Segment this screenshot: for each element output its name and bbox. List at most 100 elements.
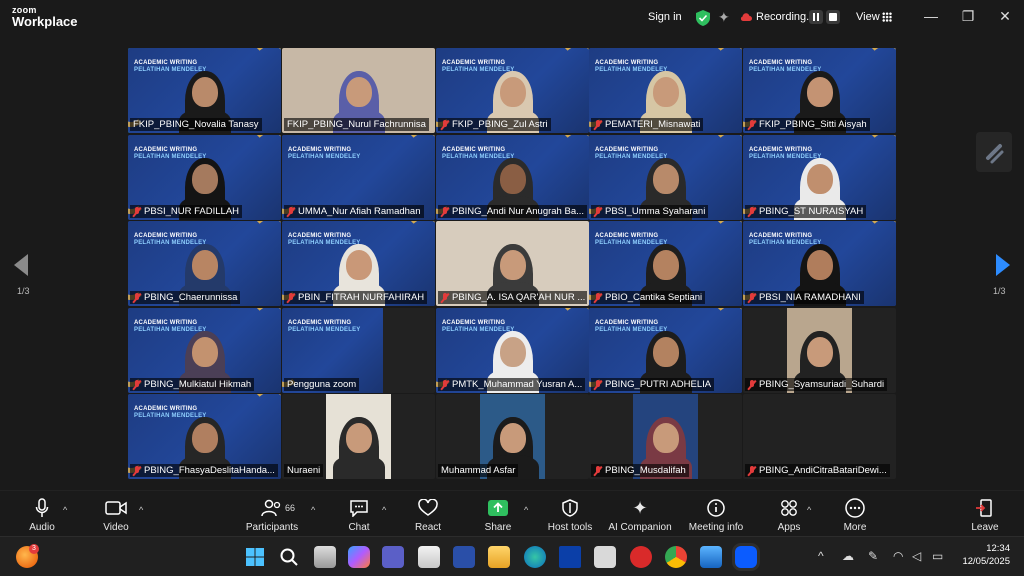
system-clock[interactable]: 12:34 12/05/2025 <box>960 543 1010 569</box>
search-icon[interactable] <box>278 546 300 568</box>
chat-bubble-icon <box>348 497 370 519</box>
share-button[interactable]: Share <box>483 491 513 537</box>
banner-title: ACADEMIC WRITING PELATIHAN MENDELEY <box>288 147 361 161</box>
pause-recording-button[interactable] <box>809 10 823 24</box>
participant-tile[interactable]: ACADEMIC WRITING PELATIHAN MENDELEY PBING_… <box>743 135 896 220</box>
video-label: Video <box>103 522 129 533</box>
participant-tile[interactable]: PBING_Musdalifah <box>589 394 742 479</box>
apps-options-caret-icon[interactable]: ^ <box>807 505 811 515</box>
info-icon <box>705 497 727 519</box>
close-icon[interactable]: ✕ <box>995 8 1015 25</box>
battery-icon[interactable]: ▭ <box>932 549 943 563</box>
video-options-caret-icon[interactable]: ^ <box>139 505 143 515</box>
app-icon-m[interactable] <box>453 546 475 568</box>
participants-button[interactable]: Participants <box>244 491 300 537</box>
participant-tile[interactable]: ACADEMIC WRITING PELATIHAN MENDELEY PBIO_C… <box>589 221 742 306</box>
next-page-arrow-icon[interactable] <box>994 254 1010 276</box>
banner-title-line1: ACADEMIC WRITING <box>288 233 352 239</box>
app-icon-blue[interactable] <box>559 546 581 568</box>
cloud-icon[interactable]: ☁ <box>842 549 854 563</box>
participants-options-caret-icon[interactable]: ^ <box>311 505 315 515</box>
audio-options-caret-icon[interactable]: ^ <box>63 505 67 515</box>
participant-tile[interactable]: PBING_A. ISA QAR'AH NUR ... <box>436 221 589 306</box>
banner-title-line1: ACADEMIC WRITING <box>134 320 198 326</box>
video-button[interactable]: Video <box>98 491 134 537</box>
participant-tile[interactable]: ACADEMIC WRITING PELATIHAN MENDELEY FKIP_P… <box>128 48 281 133</box>
participant-tile[interactable]: PBING_Syamsuriadi_Suhardi <box>743 308 896 393</box>
participant-tile[interactable]: ACADEMIC WRITING PELATIHAN MENDELEY PEMATE… <box>589 48 742 133</box>
chrome-browser-icon[interactable] <box>665 546 687 568</box>
participant-tile[interactable]: ACADEMIC WRITING PELATIHAN MENDELEY Penggu… <box>282 308 435 393</box>
participant-tile[interactable]: ACADEMIC WRITING PELATIHAN MENDELEY PBIN_F… <box>282 221 435 306</box>
view-button[interactable]: View <box>856 11 880 23</box>
participant-tile[interactable]: Muhammad Asfar <box>436 394 589 479</box>
pen-icon[interactable]: ✎ <box>868 549 878 563</box>
participant-name-tag: PBING_Andi Nur Anugrah Ba... <box>438 205 587 218</box>
ai-sparkle-icon[interactable]: ✦ <box>718 10 732 24</box>
shield-check-icon[interactable] <box>696 10 710 26</box>
banner-title-line1: ACADEMIC WRITING <box>749 60 813 66</box>
participant-name-tag: PBING_ST NURAISYAH <box>745 205 867 218</box>
photos-icon[interactable] <box>700 546 722 568</box>
person-body <box>332 455 385 479</box>
grid-view-icon[interactable] <box>882 12 892 22</box>
participant-tile[interactable]: ACADEMIC WRITING PELATIHAN MENDELEY PBING_… <box>128 394 281 479</box>
chat-button[interactable]: Chat <box>344 491 374 537</box>
show-hidden-icons-caret-icon[interactable]: ^ <box>818 549 824 563</box>
minimize-icon[interactable]: — <box>921 8 941 24</box>
participant-tile[interactable]: ACADEMIC WRITING PELATIHAN MENDELEY PMTK_M… <box>436 308 589 393</box>
teams-icon[interactable] <box>382 546 404 568</box>
participant-tile[interactable]: ACADEMIC WRITING PELATIHAN MENDELEY PBING_… <box>128 308 281 393</box>
participant-tile[interactable]: ACADEMIC WRITING PELATIHAN MENDELEY FKIP_P… <box>743 48 896 133</box>
participant-name: UMMA_Nur Afiah Ramadhan <box>298 206 421 217</box>
participant-tile[interactable]: ACADEMIC WRITING PELATIHAN MENDELEY PBING_… <box>128 221 281 306</box>
zoom-logo: zoom Workplace <box>12 6 78 29</box>
more-dots-icon <box>844 497 866 519</box>
recording-indicator[interactable]: Recording... <box>740 11 815 23</box>
participant-name-tag: FKIP_PBING_Zul Astri <box>438 118 551 131</box>
edge-browser-icon[interactable] <box>524 546 546 568</box>
snipping-tool-icon[interactable] <box>594 546 616 568</box>
ai-companion-button[interactable]: ✦ AI Companion <box>606 491 674 537</box>
share-options-caret-icon[interactable]: ^ <box>524 505 528 515</box>
more-button[interactable]: More <box>840 491 870 537</box>
leave-button[interactable]: Leave <box>970 491 1000 537</box>
participant-tile[interactable]: ACADEMIC WRITING PELATIHAN MENDELEY UMMA_N… <box>282 135 435 220</box>
wifi-icon[interactable]: ◠ <box>893 549 903 563</box>
app-icon-red[interactable] <box>630 546 652 568</box>
chat-options-caret-icon[interactable]: ^ <box>382 505 386 515</box>
react-button[interactable]: React <box>412 491 444 537</box>
apps-button[interactable]: Apps <box>774 491 804 537</box>
side-app-logo[interactable] <box>976 132 1012 172</box>
participant-tile[interactable]: ACADEMIC WRITING PELATIHAN MENDELEY PBING_… <box>436 135 589 220</box>
zoom-taskbar-icon[interactable] <box>735 546 757 568</box>
participant-tile[interactable]: Nuraeni <box>282 394 435 479</box>
stop-recording-button[interactable] <box>826 10 840 24</box>
participant-tile[interactable]: ACADEMIC WRITING PELATIHAN MENDELEY PBING_… <box>589 308 742 393</box>
person-face <box>191 250 218 280</box>
participant-tile[interactable]: ACADEMIC WRITING PELATIHAN MENDELEY FKIP_P… <box>436 48 589 133</box>
file-explorer-icon[interactable] <box>488 546 510 568</box>
meeting-info-button[interactable]: Meeting info <box>686 491 746 537</box>
audio-button[interactable]: Audio <box>24 491 60 537</box>
participant-tile[interactable]: PBING_AndiCitraBatariDewi... <box>743 394 896 479</box>
participant-name: FKIP_PBING_Sitti Aisyah <box>759 119 867 130</box>
volume-icon[interactable]: ◁ <box>912 549 921 563</box>
participant-name: Pengguna zoom <box>287 379 357 390</box>
participant-tile[interactable]: FKIP_PBING_Nurul Fachrunnisa <box>282 48 435 133</box>
previous-page-arrow-icon[interactable] <box>14 254 30 276</box>
banner-title-line1: ACADEMIC WRITING <box>595 233 659 239</box>
windows-start-icon[interactable] <box>244 546 266 568</box>
participant-tile[interactable]: ACADEMIC WRITING PELATIHAN MENDELEY PBSI_N… <box>743 221 896 306</box>
participant-name: PBIN_FITRAH NURFAHIRAH <box>298 292 425 303</box>
person-face <box>652 337 679 367</box>
participant-tile[interactable]: ACADEMIC WRITING PELATIHAN MENDELEY PBSI_N… <box>128 135 281 220</box>
maximize-icon[interactable]: ❐ <box>958 8 978 25</box>
sign-in-button[interactable]: Sign in <box>648 11 682 23</box>
participant-tile[interactable]: ACADEMIC WRITING PELATIHAN MENDELEY PBSI_U… <box>589 135 742 220</box>
copilot-icon[interactable] <box>348 546 370 568</box>
store-icon[interactable] <box>418 546 440 568</box>
host-tools-button[interactable]: Host tools <box>545 491 595 537</box>
task-view-icon[interactable] <box>314 546 336 568</box>
participant-name-tag: PBING_AndiCitraBatariDewi... <box>745 464 890 477</box>
